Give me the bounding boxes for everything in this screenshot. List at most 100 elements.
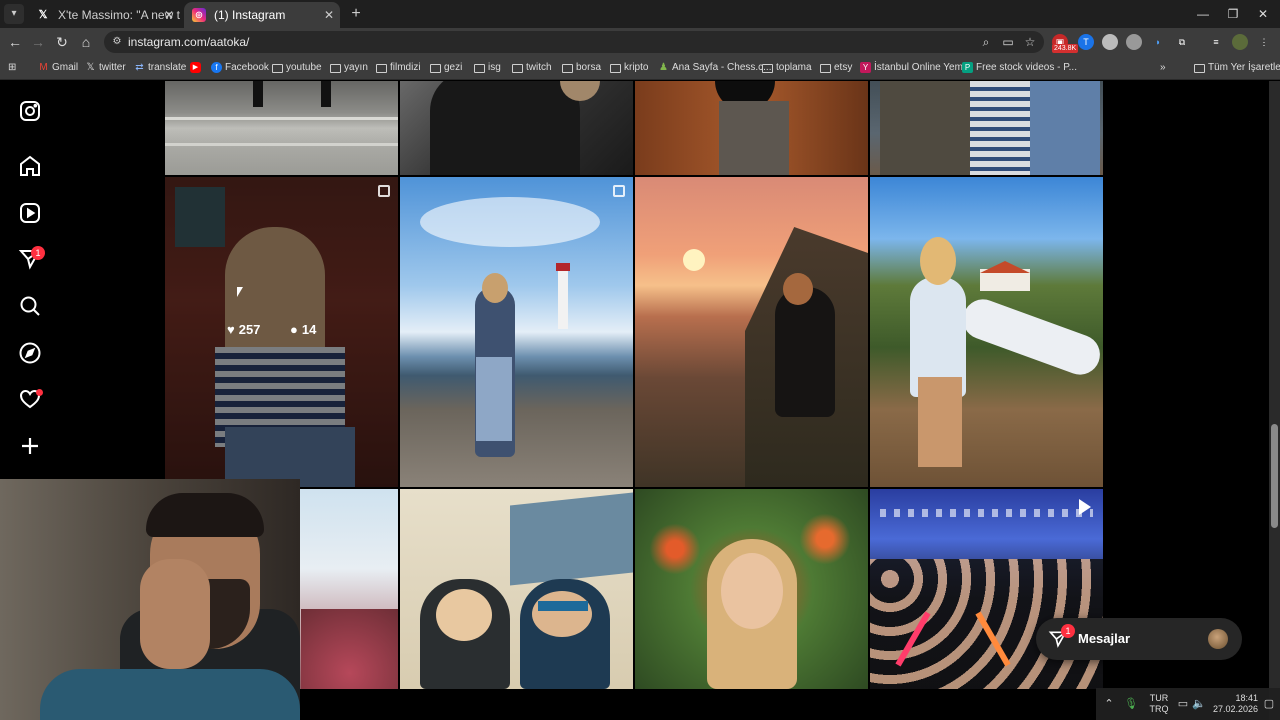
bookmark-facebook[interactable]: f Facebook [211,57,269,79]
instagram-logo-icon: ◎ [192,8,206,22]
audio-extension-icon[interactable]: ◗ [1150,34,1166,50]
post-tile[interactable] [635,81,868,175]
reading-list-icon[interactable]: ≡ [1208,34,1224,50]
instagram-sidebar: 1 [0,81,60,481]
profile-post-grid: ♥ 257 ● 14 [165,81,1105,720]
site-info-icon[interactable]: ⚙ [110,35,124,49]
post-tile[interactable] [165,81,398,175]
home-icon[interactable] [18,154,42,178]
url-text[interactable]: instagram.com/aatoka/ [128,31,249,53]
notification-center-icon[interactable]: ▢ [1262,697,1276,711]
apps-grid-icon[interactable]: ⊞ [8,57,16,79]
search-icon[interactable] [18,294,42,318]
bookmark-chess[interactable]: ♟ Ana Sayfa - Chess.c... [658,57,771,79]
x-icon: 𝕏 [86,62,95,73]
tab-x-post[interactable]: 𝕏 X'te Massimo: "A new toy for a ✕ [28,2,180,28]
bookmark-folder-isg[interactable]: isg [474,57,501,79]
extension-icon[interactable] [1126,34,1142,50]
bookmark-pexels[interactable]: P Free stock videos - P... [962,57,1077,79]
folder-icon [376,64,387,73]
post-tile[interactable] [870,81,1103,175]
bookmark-folder-filmdizi[interactable]: filmdizi [376,57,421,79]
scrollbar-thumb[interactable] [1271,424,1278,528]
extension-badge: 243.8K [1052,44,1079,53]
all-bookmarks-folder[interactable]: Tüm Yer İşaretleri [1194,57,1280,79]
bookmark-twitter[interactable]: 𝕏twitter [85,57,125,79]
facebook-icon: f [211,62,222,73]
gmail-icon: M [39,62,48,73]
post-tile[interactable] [870,177,1103,487]
post-tile[interactable] [400,489,633,689]
more-bookmarks-chevron-icon[interactable]: » [1160,57,1166,79]
page-viewport: 1 ♥ 257 ● 14 1 Mesajlar [0,81,1280,720]
carousel-icon [378,185,390,197]
system-tray: ⌃ 🎙 TUR TRQ ▭ 🔈 18:41 27.02.2026 ▢ [1096,688,1280,720]
tab-instagram[interactable]: ◎ (1) Instagram ✕ [184,2,340,28]
post-tile[interactable] [400,177,633,487]
tab-close-icon[interactable]: ✕ [324,2,334,28]
bookmark-gmail[interactable]: M Gmail [38,57,78,79]
translate-extension-icon[interactable]: T [1078,34,1094,50]
new-tab-button[interactable]: + [346,4,366,24]
bookmark-istanbul-yemek[interactable]: Y İstanbul Online Yem... [860,57,971,79]
home-icon[interactable]: ⌂ [76,32,96,52]
like-heart-icon: ♥ [227,322,235,337]
folder-icon [330,64,341,73]
restore-button[interactable]: ❐ [1218,4,1248,24]
volume-icon[interactable]: 🔈 [1192,697,1206,711]
reload-icon[interactable]: ↻ [52,32,72,52]
post-tile[interactable] [400,81,633,175]
post-tile-hovered[interactable]: ♥ 257 ● 14 [165,177,398,487]
youtube-icon: ▶ [190,62,201,73]
folder-icon [512,64,523,73]
folder-icon [820,64,831,73]
tab-close-icon[interactable]: ✕ [164,2,174,28]
explore-compass-icon[interactable] [18,341,42,365]
clock[interactable]: 18:41 27.02.2026 [1210,693,1258,715]
extensions-puzzle-icon[interactable]: ⧉ [1174,34,1190,50]
bookmark-folder-borsa[interactable]: borsa [562,57,601,79]
bookmark-folder-etsy[interactable]: etsy [820,57,852,79]
bookmark-translate[interactable]: ⇄ translate [134,57,186,79]
extension-icon[interactable] [1102,34,1118,50]
tab-search-button[interactable]: ▾ [4,4,24,24]
reels-icon[interactable] [18,201,42,225]
avatar [1208,629,1228,649]
forward-icon[interactable]: → [28,32,48,52]
bookmark-folder-twitch[interactable]: twitch [512,57,552,79]
profile-avatar[interactable] [1232,34,1248,50]
messages-bar[interactable]: 1 Mesajlar [1036,618,1242,660]
instagram-logo-icon[interactable] [18,99,42,123]
tray-overflow-chevron-icon[interactable]: ⌃ [1102,697,1116,711]
bookmark-star-icon[interactable]: ☆ [1022,34,1038,50]
direct-unread-badge: 1 [31,246,45,260]
bookmark-folder-toplama[interactable]: toplama [762,57,812,79]
carousel-icon [613,185,625,197]
like-count: 257 [238,322,261,337]
minimize-button[interactable]: — [1188,4,1218,24]
bookmark-folder-youtube[interactable]: youtube [272,57,322,79]
yemek-icon: Y [860,62,871,73]
back-icon[interactable]: ← [5,32,25,52]
post-tile[interactable] [635,489,868,689]
create-plus-icon[interactable] [18,434,42,458]
page-scrollbar[interactable] [1269,81,1280,720]
bookmark-folder-kripto[interactable]: kripto [610,57,648,79]
bookmark-folder-gezi[interactable]: gezi [430,57,462,79]
zoom-icon[interactable]: ⌕ [978,34,994,50]
folder-icon [272,64,283,73]
microphone-icon[interactable]: 🎙 [1124,697,1138,711]
browser-menu-icon[interactable]: ⋮ [1256,34,1272,50]
cast-icon[interactable]: ▭ [1000,34,1016,50]
bookmark-folder-yayin[interactable]: yayın [330,57,368,79]
input-language[interactable]: TUR TRQ [1148,693,1170,715]
close-window-button[interactable]: ✕ [1248,4,1278,24]
browser-tab-strip: ▾ 𝕏 X'te Massimo: "A new toy for a ✕ ◎ (… [0,0,1280,28]
comment-count: 14 [301,322,317,337]
messages-label: Mesajlar [1078,631,1131,646]
translate-icon: ⇄ [135,62,144,73]
address-bar[interactable]: ⚙ instagram.com/aatoka/ ⌕ ▭ ☆ [104,31,1044,53]
network-icon[interactable]: ▭ [1176,697,1190,711]
post-tile[interactable] [635,177,868,487]
pexels-icon: P [962,62,973,73]
